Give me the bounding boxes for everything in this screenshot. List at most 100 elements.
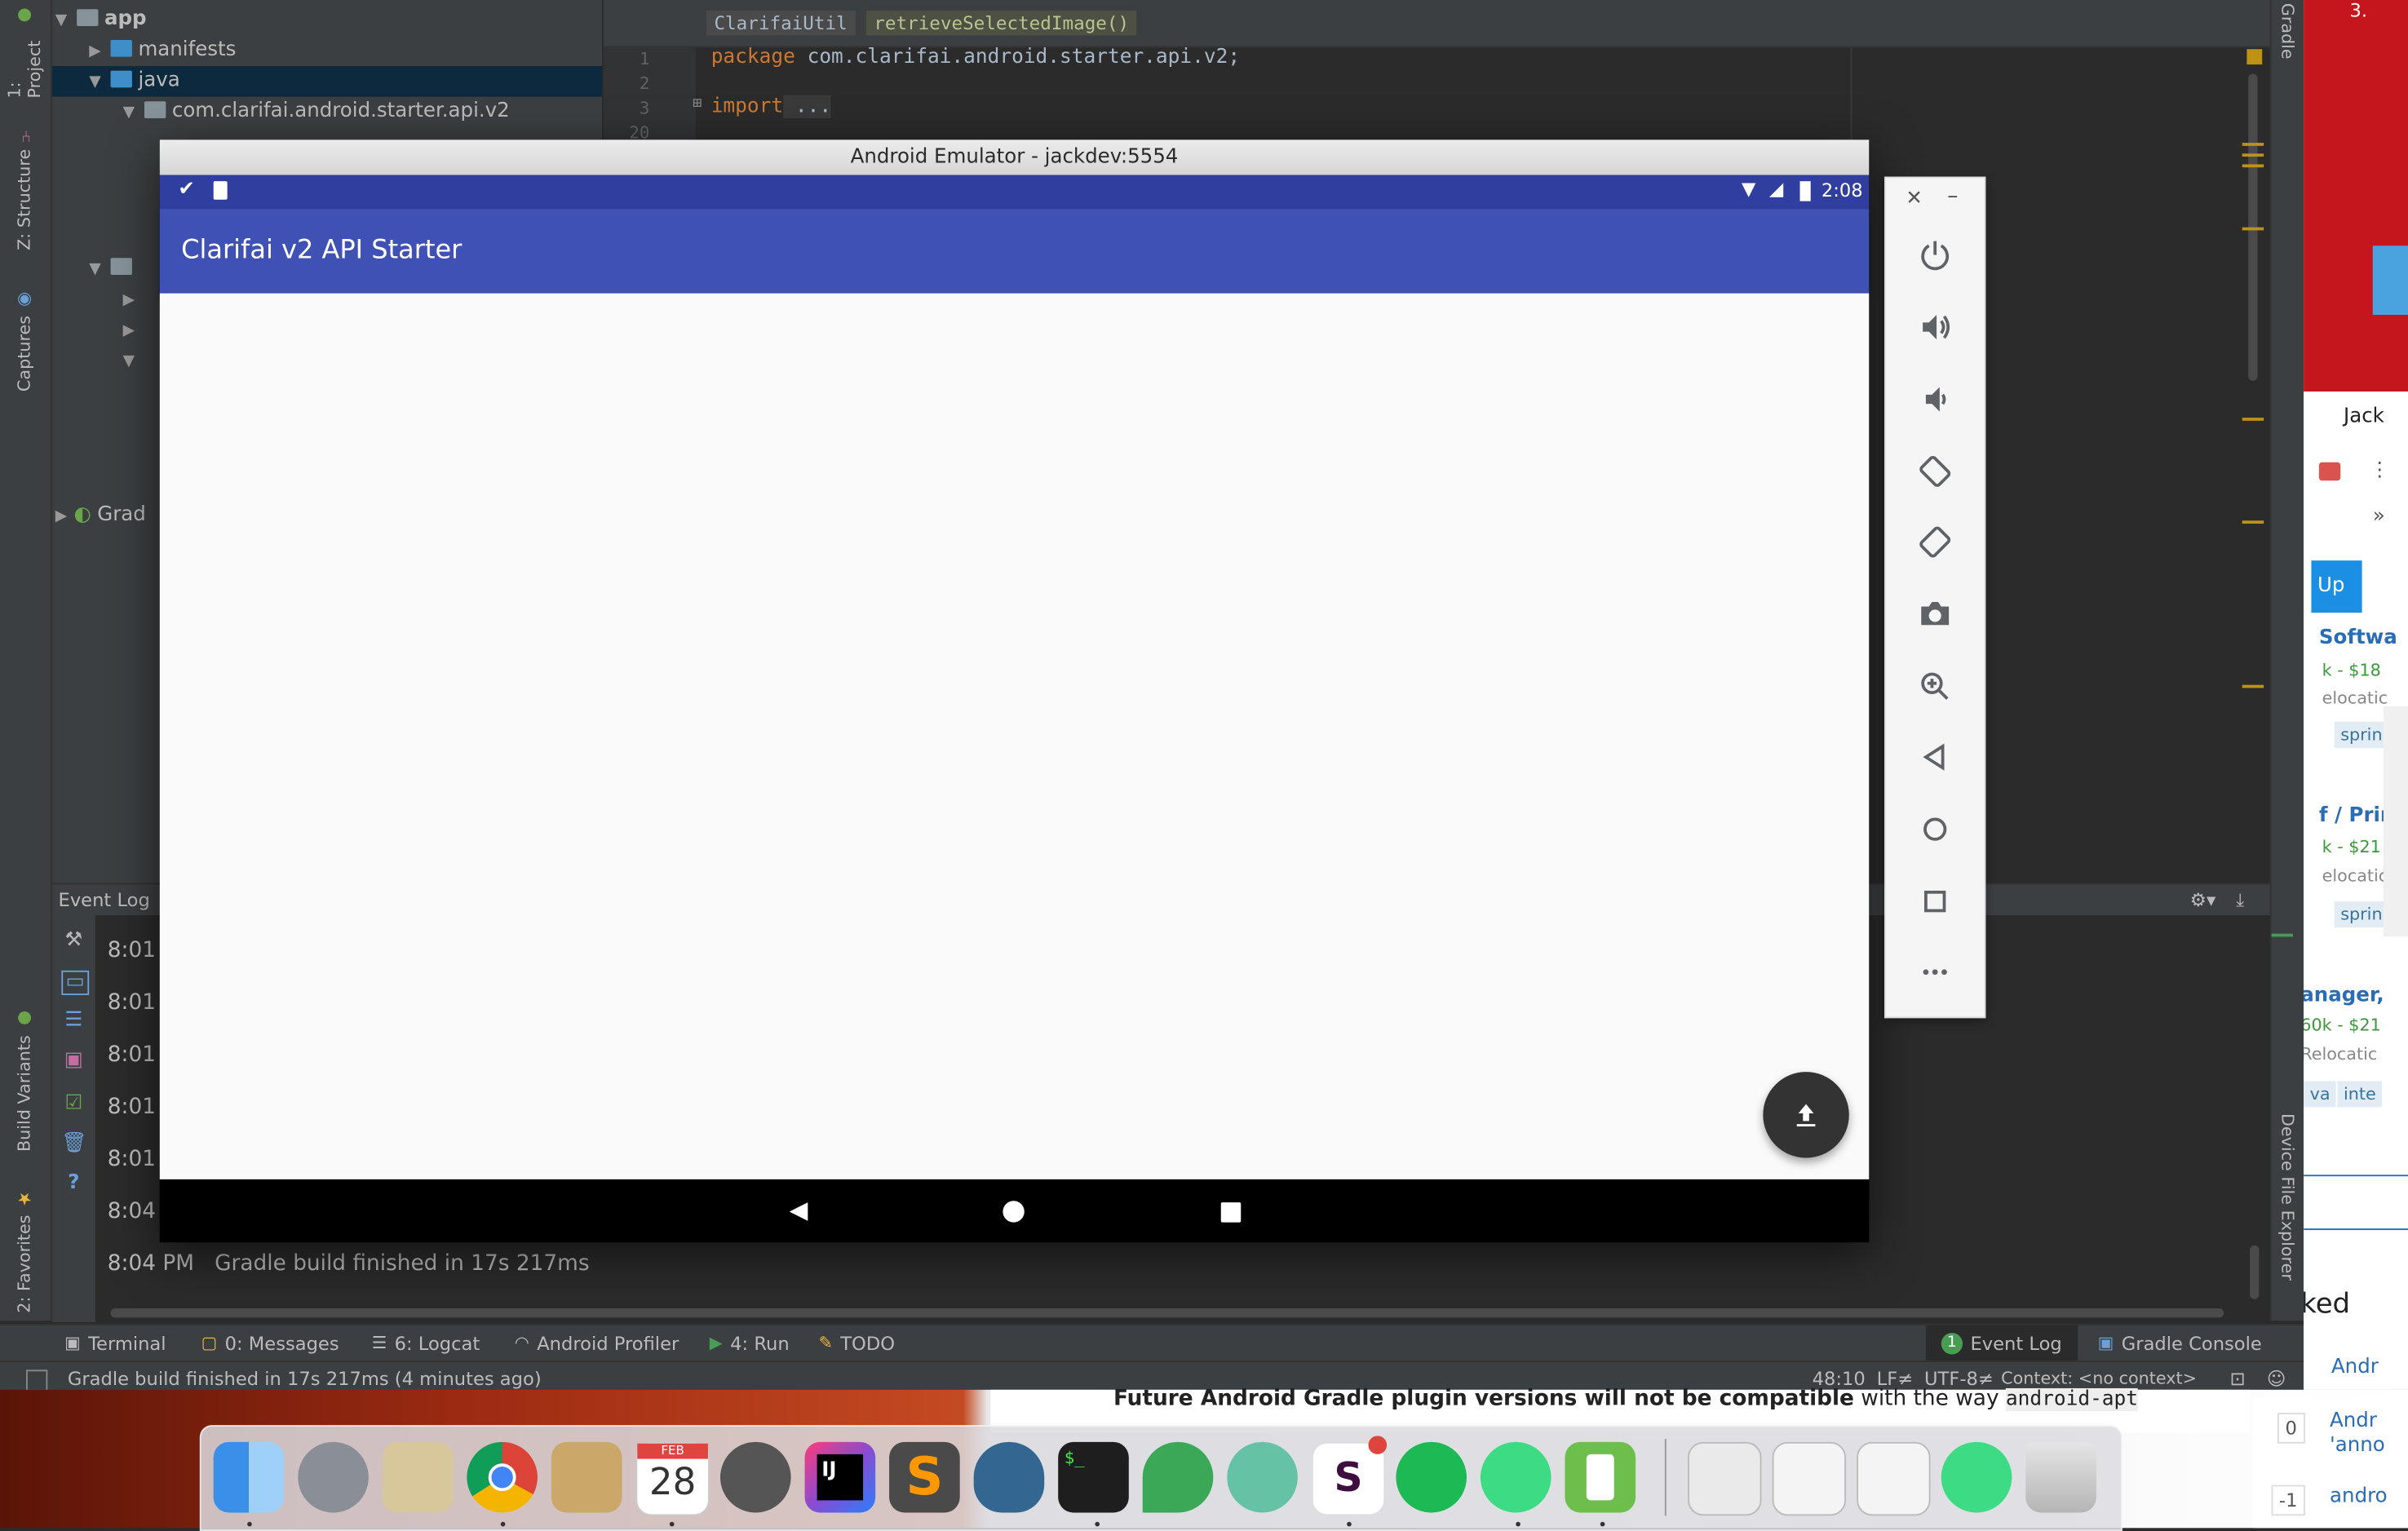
scrollbar-track[interactable]	[2383, 706, 2408, 937]
linked-question[interactable]: Andr	[2331, 1356, 2379, 1378]
document-icon[interactable]	[1688, 1441, 1762, 1516]
tree-item-collapsed[interactable]: ▶	[123, 315, 142, 346]
launchpad-icon[interactable]	[298, 1441, 369, 1513]
checklist-icon[interactable]: ☑	[61, 1093, 86, 1114]
volume-up-button[interactable]	[1910, 303, 1959, 352]
tag[interactable]: va	[2304, 1081, 2337, 1108]
filter-icon[interactable]: ☰	[61, 1010, 86, 1032]
atom-icon[interactable]	[1227, 1441, 1298, 1513]
tag[interactable]: inte	[2337, 1081, 2383, 1108]
warning-mark[interactable]	[2242, 227, 2264, 231]
folded-imports[interactable]: ...	[783, 95, 832, 118]
tab-captures[interactable]: Captures ◉	[7, 277, 43, 392]
contacts-icon[interactable]	[551, 1441, 622, 1513]
rotate-left-button[interactable]	[1910, 447, 1959, 496]
close-icon[interactable]: ✕	[1906, 188, 1923, 210]
back-button[interactable]	[1910, 732, 1959, 781]
job-title-link[interactable]: anager,	[2304, 985, 2384, 1007]
zoom-button[interactable]	[1910, 662, 1959, 710]
nav-home-button[interactable]	[1003, 1201, 1025, 1223]
tree-item-expanded[interactable]: ▼	[123, 346, 142, 377]
tab-todo[interactable]: ✎ TODO	[818, 1325, 895, 1362]
power-button[interactable]	[1910, 230, 1959, 279]
sublime-text-icon[interactable]: S	[889, 1441, 960, 1513]
minimize-icon[interactable]: –	[1947, 184, 1958, 209]
tab-run[interactable]: ▶ 4: Run	[710, 1325, 790, 1362]
home-button[interactable]	[1910, 805, 1959, 854]
android-emulator-icon[interactable]	[1565, 1441, 1636, 1513]
mark-read-icon[interactable]: ▣	[61, 1050, 86, 1072]
balloon-icon[interactable]: ▭	[61, 970, 90, 995]
sourcetree-icon[interactable]	[1142, 1441, 1214, 1513]
warning-indicator-icon[interactable]	[2246, 49, 2263, 65]
sign-up-button[interactable]: Up	[2311, 560, 2362, 613]
warning-mark[interactable]	[2242, 684, 2264, 688]
tab-project[interactable]: 1: Project ●	[5, 7, 45, 99]
wrench-icon[interactable]: ⚒	[61, 930, 86, 952]
tab-event-log[interactable]: 1 Event Log	[1925, 1325, 2078, 1362]
tree-item-res[interactable]: ▼	[89, 254, 138, 285]
tag[interactable]: sprin	[2334, 721, 2389, 748]
overview-button[interactable]	[1910, 877, 1959, 926]
notification-icon[interactable]	[2318, 462, 2341, 481]
tab-gradle-console[interactable]: ▣ Gradle Console	[2098, 1325, 2262, 1362]
job-title-link[interactable]: Softwa	[2319, 626, 2397, 649]
tab-gradle[interactable]: Gradle	[2277, 3, 2297, 60]
system-preferences-icon[interactable]	[719, 1441, 791, 1513]
android-studio-icon[interactable]	[1480, 1441, 1551, 1513]
help-icon[interactable]: ?	[61, 1172, 86, 1194]
settings-gear-icon[interactable]: ⚙▾	[2190, 884, 2216, 915]
mail-icon[interactable]	[382, 1441, 454, 1513]
more-button[interactable]	[1910, 948, 1959, 997]
trash-icon[interactable]: 🗑	[61, 1132, 86, 1154]
hide-panel-icon[interactable]: ⤓	[2236, 884, 2244, 915]
downloads-stack-icon[interactable]	[1857, 1441, 1931, 1516]
more-menu-icon[interactable]: ⋮	[2370, 459, 2389, 482]
trash-icon[interactable]	[2025, 1441, 2096, 1513]
vertical-scrollbar[interactable]	[2250, 1245, 2260, 1299]
warning-mark[interactable]	[2242, 143, 2264, 146]
warning-mark[interactable]	[2242, 418, 2264, 421]
tab-device-file-explorer[interactable]: Device File Explorer	[2277, 1113, 2297, 1281]
tag[interactable]: sprin	[2334, 901, 2389, 928]
rotate-right-button[interactable]	[1910, 517, 1959, 566]
linked-question[interactable]: 'anno	[2330, 1434, 2385, 1457]
postgres-icon[interactable]	[973, 1441, 1045, 1513]
tree-item-java[interactable]: ▼ java	[52, 65, 603, 97]
tab-messages[interactable]: ▢ 0: Messages	[201, 1325, 339, 1362]
emulator-title-bar[interactable]: Android Emulator - jackdev:5554	[159, 139, 1870, 175]
calendar-icon[interactable]: FEB 28	[635, 1441, 710, 1516]
tree-item-collapsed[interactable]: ▶	[123, 284, 142, 315]
finder-icon[interactable]	[213, 1441, 285, 1513]
android-studio-icon[interactable]	[1941, 1441, 2012, 1513]
nav-back-button[interactable]	[786, 1199, 811, 1223]
spotify-icon[interactable]	[1396, 1441, 1467, 1513]
tab-android-profiler[interactable]: ◠ Android Profiler	[515, 1325, 679, 1362]
warning-mark[interactable]	[2242, 520, 2264, 524]
tab-build-variants[interactable]: Build Variants ●	[7, 998, 43, 1152]
warning-mark[interactable]	[2242, 164, 2264, 168]
warning-mark[interactable]	[2242, 153, 2264, 157]
intellij-icon[interactable]: IJ	[804, 1441, 876, 1513]
tree-item-manifests[interactable]: ▶ manifests	[89, 35, 236, 66]
tree-item-app[interactable]: ▼ app	[55, 5, 147, 36]
tree-item-gradle-scripts[interactable]: ▶ ◐ Grad	[55, 501, 146, 532]
tab-terminal[interactable]: ▣ Terminal	[64, 1325, 166, 1362]
tab-logcat[interactable]: ☰ 6: Logcat	[372, 1325, 480, 1362]
chrome-icon[interactable]	[467, 1441, 538, 1513]
upload-fab-button[interactable]	[1763, 1072, 1849, 1158]
user-name[interactable]: Jack	[2344, 405, 2384, 428]
nav-overview-button[interactable]	[1220, 1202, 1242, 1223]
screenshot-stack-icon[interactable]	[1772, 1441, 1847, 1516]
fold-icon[interactable]: ⊞	[693, 95, 702, 113]
tab-favorites[interactable]: 2: Favorites ★	[7, 1175, 43, 1312]
tree-item-package[interactable]: ▼ com.clarifai.android.starter.api.v2	[123, 97, 510, 128]
volume-down-button[interactable]	[1910, 374, 1959, 423]
terminal-icon[interactable]: $_	[1058, 1441, 1129, 1513]
more-chevron[interactable]: »	[2373, 505, 2385, 528]
tool-windows-toggle-icon[interactable]	[26, 1369, 48, 1392]
horizontal-scrollbar[interactable]	[110, 1308, 2224, 1318]
tab-structure[interactable]: Z: Structure ⑂	[7, 120, 43, 250]
breadcrumb-method[interactable]: retrieveSelectedImage()	[865, 11, 1137, 36]
screenshot-button[interactable]	[1910, 590, 1959, 639]
